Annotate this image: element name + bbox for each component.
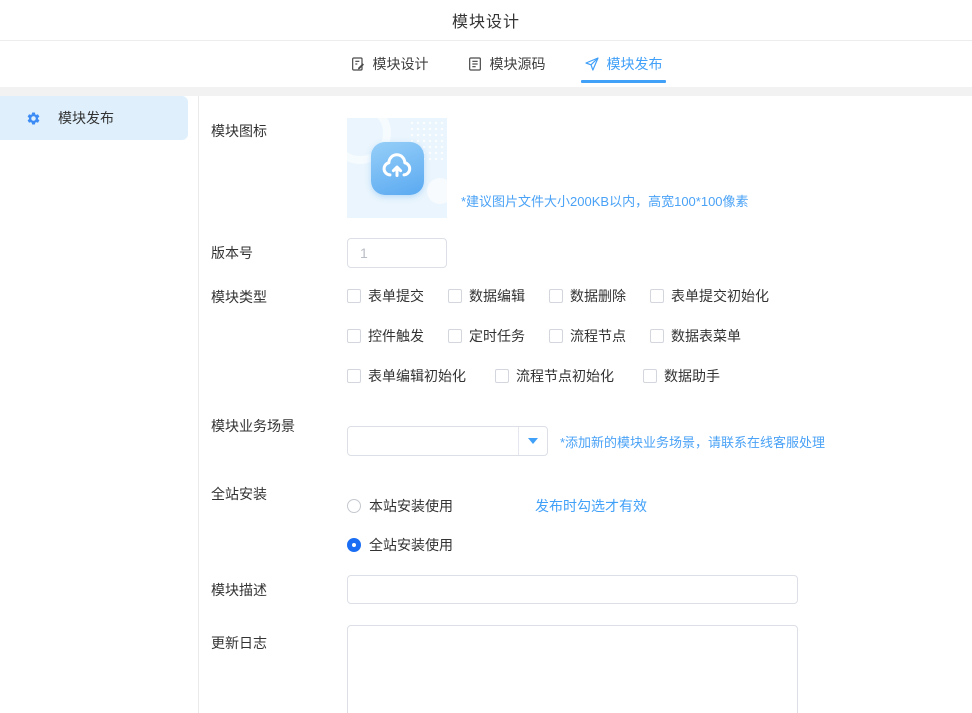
- sidebar-item-label: 模块发布: [58, 108, 114, 128]
- checkbox-icon: [650, 329, 664, 343]
- tab-module-source[interactable]: 模块源码: [467, 41, 546, 87]
- tab-label: 模块设计: [373, 54, 429, 74]
- checkbox-icon: [448, 289, 462, 303]
- field-description: 模块描述: [211, 575, 798, 605]
- radio-checked-icon: [347, 538, 361, 552]
- checkbox-icon: [347, 289, 361, 303]
- module-icon-upload[interactable]: [347, 118, 447, 218]
- chevron-down-icon: [528, 438, 538, 444]
- checkbox-label: 表单提交初始化: [671, 286, 769, 306]
- checkbox-row: 控件触发 定时任务 流程节点 数据表菜单: [347, 326, 769, 346]
- scenario-hint: *添加新的模块业务场景，请联系在线客服处理: [560, 432, 825, 451]
- checkbox-icon: [643, 369, 657, 383]
- checkbox-form-edit-init[interactable]: 表单编辑初始化: [347, 366, 466, 386]
- checkbox-icon: [549, 329, 563, 343]
- tab-module-design[interactable]: 模块设计: [350, 41, 429, 87]
- field-label: 模块业务场景: [211, 414, 347, 456]
- changelog-textarea[interactable]: [347, 625, 798, 713]
- checkbox-label: 数据编辑: [469, 286, 525, 306]
- tab-bar: 模块设计 模块源码 模块发布: [0, 41, 972, 87]
- cloud-upload-icon: [379, 150, 415, 186]
- checkbox-label: 定时任务: [469, 326, 525, 346]
- checkbox-icon: [347, 369, 361, 383]
- checkbox-icon: [495, 369, 509, 383]
- tab-label: 模块源码: [490, 54, 546, 74]
- checkbox-label: 流程节点: [570, 326, 626, 346]
- checkbox-widget-trigger[interactable]: 控件触发: [347, 326, 448, 346]
- sidebar-item-module-publish[interactable]: 模块发布: [0, 96, 188, 140]
- field-module-icon: 模块图标 *建议图片文件大小200KB以内，高宽100*100像素: [211, 118, 749, 218]
- field-label: 模块类型: [211, 286, 347, 406]
- page-header: 模块设计: [0, 0, 972, 41]
- scenario-select-value: [348, 427, 518, 455]
- checkbox-label: 数据助手: [664, 366, 720, 386]
- radio-icon: [347, 499, 361, 513]
- checkbox-form-submit[interactable]: 表单提交: [347, 286, 448, 306]
- checkbox-icon: [650, 289, 664, 303]
- checkbox-timed-task[interactable]: 定时任务: [448, 326, 549, 346]
- gear-icon: [26, 111, 41, 126]
- radio-label: 本站安装使用: [369, 496, 453, 516]
- checkbox-data-edit[interactable]: 数据编辑: [448, 286, 549, 306]
- field-label: 全站安装: [211, 483, 347, 555]
- radio-line: 全站安装使用: [347, 535, 647, 555]
- field-module-type: 模块类型 表单提交 数据编辑 数据删除 表单提交初始化 控件触发 定时任务 流程…: [211, 286, 769, 406]
- checkbox-label: 数据删除: [570, 286, 626, 306]
- checkbox-label: 流程节点初始化: [516, 366, 614, 386]
- checkbox-label: 表单提交: [368, 286, 424, 306]
- checkbox-data-table-menu[interactable]: 数据表菜单: [650, 326, 741, 346]
- checkbox-label: 表单编辑初始化: [368, 366, 466, 386]
- field-site-install: 全站安装 本站安装使用 发布时勾选才有效 全站安装使用: [211, 483, 647, 555]
- checkbox-label: 数据表菜单: [671, 326, 741, 346]
- page-title: 模块设计: [452, 8, 520, 32]
- description-input[interactable]: [347, 575, 798, 604]
- checkbox-form-submit-init[interactable]: 表单提交初始化: [650, 286, 769, 306]
- install-options: 本站安装使用 发布时勾选才有效 全站安装使用: [347, 483, 647, 555]
- checkbox-icon: [347, 329, 361, 343]
- select-arrow-zone[interactable]: [518, 427, 547, 455]
- radio-local-install[interactable]: 本站安装使用: [347, 496, 535, 516]
- paper-plane-icon: [584, 56, 600, 72]
- field-label: 模块描述: [211, 575, 347, 605]
- document-edit-icon: [350, 56, 366, 72]
- module-design-screen: 模块设计 模块设计 模块源码: [0, 0, 972, 713]
- publish-form: 模块图标 *建议图片文件大小200KB以内，高宽100*100像素 版本号: [199, 96, 972, 713]
- scenario-select[interactable]: [347, 426, 548, 456]
- checkbox-flow-node-init[interactable]: 流程节点初始化: [495, 366, 614, 386]
- radio-sitewide-install[interactable]: 全站安装使用: [347, 535, 535, 555]
- module-type-options: 表单提交 数据编辑 数据删除 表单提交初始化 控件触发 定时任务 流程节点 数据…: [347, 286, 769, 406]
- field-version: 版本号: [211, 238, 447, 268]
- document-icon: [467, 56, 483, 72]
- checkbox-icon: [549, 289, 563, 303]
- tab-label: 模块发布: [607, 54, 663, 74]
- checkbox-data-delete[interactable]: 数据删除: [549, 286, 650, 306]
- section-divider: [0, 87, 972, 96]
- checkbox-flow-node[interactable]: 流程节点: [549, 326, 650, 346]
- radio-label: 全站安装使用: [369, 535, 453, 555]
- field-changelog: 更新日志: [211, 625, 798, 713]
- icon-size-hint: *建议图片文件大小200KB以内，高宽100*100像素: [461, 191, 749, 210]
- module-app-icon: [371, 142, 424, 195]
- version-input[interactable]: [347, 238, 447, 268]
- field-label: 版本号: [211, 238, 347, 268]
- checkbox-icon: [448, 329, 462, 343]
- field-business-scenario: 模块业务场景 *添加新的模块业务场景，请联系在线客服处理: [211, 414, 825, 456]
- checkbox-data-assistant[interactable]: 数据助手: [643, 366, 720, 386]
- checkbox-row: 表单编辑初始化 流程节点初始化 数据助手: [347, 366, 769, 386]
- scenario-content: *添加新的模块业务场景，请联系在线客服处理: [347, 426, 825, 456]
- field-label: 模块图标: [211, 118, 347, 218]
- checkbox-label: 控件触发: [368, 326, 424, 346]
- radio-line: 本站安装使用 发布时勾选才有效: [347, 496, 647, 516]
- body-area: 模块发布 模块图标 *建议图片文件大小200KB: [0, 96, 972, 713]
- tab-module-publish[interactable]: 模块发布: [584, 41, 663, 87]
- sidebar: 模块发布: [0, 96, 199, 713]
- publish-note-link[interactable]: 发布时勾选才有效: [535, 496, 647, 516]
- checkbox-row: 表单提交 数据编辑 数据删除 表单提交初始化: [347, 286, 769, 306]
- field-label: 更新日志: [211, 625, 347, 713]
